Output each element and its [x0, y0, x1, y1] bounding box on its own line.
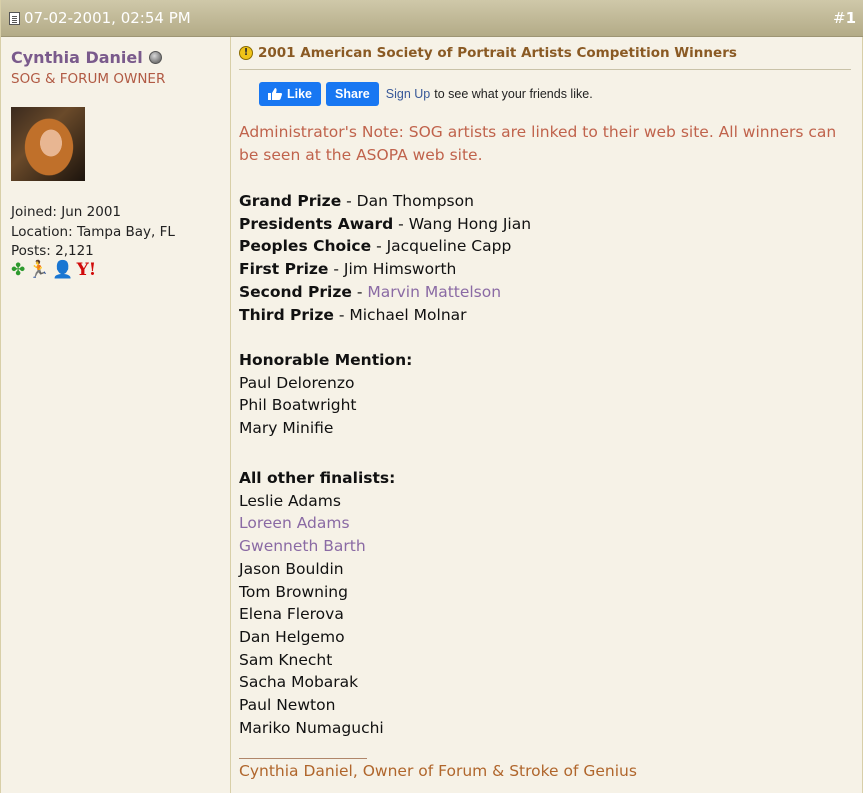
- user-joined: Joined: Jun 2001: [11, 204, 122, 220]
- finalist-item: Sacha Mobarak: [239, 673, 359, 692]
- person-icon[interactable]: 👤: [52, 261, 73, 279]
- finalist-item: Dan Helgemo: [239, 627, 345, 646]
- winner-name: Wang Hong Jian: [408, 214, 532, 233]
- award-name: Presidents Award: [239, 214, 394, 233]
- winner-row: Grand Prize - Dan Thompson: [239, 190, 531, 213]
- finalist-item: Sam Knecht: [239, 650, 333, 669]
- winner-row: First Prize - Jim Himsworth: [239, 258, 531, 281]
- separator: -: [351, 282, 368, 301]
- award-name: Grand Prize: [239, 192, 342, 210]
- honorable-heading: Honorable Mention:: [239, 351, 413, 369]
- admin-note: Administrator's Note: SOG artists are li…: [239, 123, 837, 164]
- finalist-item: Mariko Numaguchi: [239, 718, 384, 737]
- post-number: 1: [845, 9, 856, 27]
- offline-status-icon: [148, 51, 162, 64]
- avatar[interactable]: [11, 107, 85, 181]
- like-label: Like: [287, 87, 313, 101]
- user-info: Joined: Jun 2001 Location: Tampa Bay, FL…: [11, 203, 175, 262]
- username-row: Cynthia Daniel: [11, 48, 162, 67]
- award-name: First Prize: [239, 260, 329, 279]
- winner-row: Presidents Award - Wang Hong Jian: [239, 213, 531, 236]
- honorable-item: Paul Delorenzo: [239, 373, 355, 392]
- thumbs-up-icon: [268, 88, 282, 100]
- column-divider: [230, 37, 231, 793]
- user-panel: Cynthia Daniel SOG & FORUM OWNER Joined:…: [1, 37, 230, 793]
- runner-icon[interactable]: 🏃: [28, 261, 49, 279]
- award-name: Peoples Choice: [239, 237, 372, 256]
- facebook-share-button[interactable]: Share: [326, 82, 379, 106]
- facebook-text: to see what your friends like.: [434, 87, 593, 101]
- finalist-item: Jason Bouldin: [239, 559, 344, 578]
- post-date: 07-02-2001, 02:54 PM: [9, 9, 191, 27]
- facebook-bar: Like Share Sign Up to see what your frie…: [259, 82, 593, 106]
- clover-icon[interactable]: ✤: [11, 261, 25, 279]
- facebook-signup-link[interactable]: Sign Up: [386, 87, 430, 101]
- separator: -: [371, 237, 387, 256]
- facebook-like-button[interactable]: Like: [259, 82, 322, 106]
- award-name: Second Prize: [239, 282, 352, 301]
- award-name: Third Prize: [239, 305, 334, 324]
- post-number-link[interactable]: #1: [833, 9, 856, 27]
- winner-name: Jim Himsworth: [343, 260, 457, 279]
- finalist-item: Paul Newton: [239, 696, 336, 715]
- winner-name: Michael Molnar: [349, 305, 467, 324]
- username-link[interactable]: Cynthia Daniel: [11, 48, 143, 67]
- finalists-list: All other finalists: Leslie Adams Loreen…: [239, 467, 395, 739]
- finalist-link[interactable]: Loreen Adams: [239, 512, 395, 535]
- winner-link[interactable]: Marvin Mattelson: [367, 283, 501, 301]
- user-location: Location: Tampa Bay, FL: [11, 223, 175, 240]
- forum-post: 07-02-2001, 02:54 PM #1 Cynthia Daniel S…: [0, 0, 863, 793]
- finalist-item: Elena Flerova: [239, 605, 344, 624]
- post-header: 07-02-2001, 02:54 PM #1: [1, 0, 863, 37]
- post-icon: [9, 11, 20, 25]
- signature-divider: [239, 758, 367, 759]
- thread-title: 2001 American Society of Portrait Artist…: [258, 45, 737, 61]
- finalist-item: Leslie Adams: [239, 491, 341, 510]
- user-posts: Posts: 2,121: [11, 243, 94, 259]
- thread-title-row: ! 2001 American Society of Portrait Arti…: [239, 45, 851, 70]
- winner-row: Second Prize - Marvin Mattelson: [239, 281, 531, 304]
- honorable-item: Phil Boatwright: [239, 396, 357, 415]
- signature: Cynthia Daniel, Owner of Forum & Stroke …: [239, 762, 637, 780]
- finalist-link[interactable]: Gwenneth Barth: [239, 535, 395, 558]
- winners-list: Grand Prize - Dan Thompson Presidents Aw…: [239, 190, 531, 326]
- user-icons: ✤ 🏃 👤 Y!: [11, 261, 96, 279]
- winner-name: Dan Thompson: [356, 192, 474, 210]
- user-title: SOG & FORUM OWNER: [11, 71, 166, 87]
- finalist-item: Tom Browning: [239, 582, 348, 601]
- separator: -: [393, 214, 409, 233]
- yahoo-icon[interactable]: Y!: [77, 261, 97, 279]
- finalists-heading: All other finalists:: [239, 469, 396, 487]
- honorable-mentions: Honorable Mention: Paul Delorenzo Phil B…: [239, 349, 412, 440]
- post-date-text: 07-02-2001, 02:54 PM: [24, 9, 191, 27]
- separator: -: [341, 192, 357, 210]
- exclamation-icon: !: [239, 46, 253, 60]
- post-number-prefix: #: [832, 9, 846, 27]
- winner-row: Third Prize - Michael Molnar: [239, 304, 531, 327]
- winner-name: Jacqueline Capp: [386, 237, 512, 256]
- share-label: Share: [335, 87, 370, 101]
- honorable-item: Mary Minifie: [239, 419, 334, 438]
- separator: -: [328, 260, 344, 279]
- separator: -: [333, 305, 350, 324]
- winner-row: Peoples Choice - Jacqueline Capp: [239, 235, 531, 258]
